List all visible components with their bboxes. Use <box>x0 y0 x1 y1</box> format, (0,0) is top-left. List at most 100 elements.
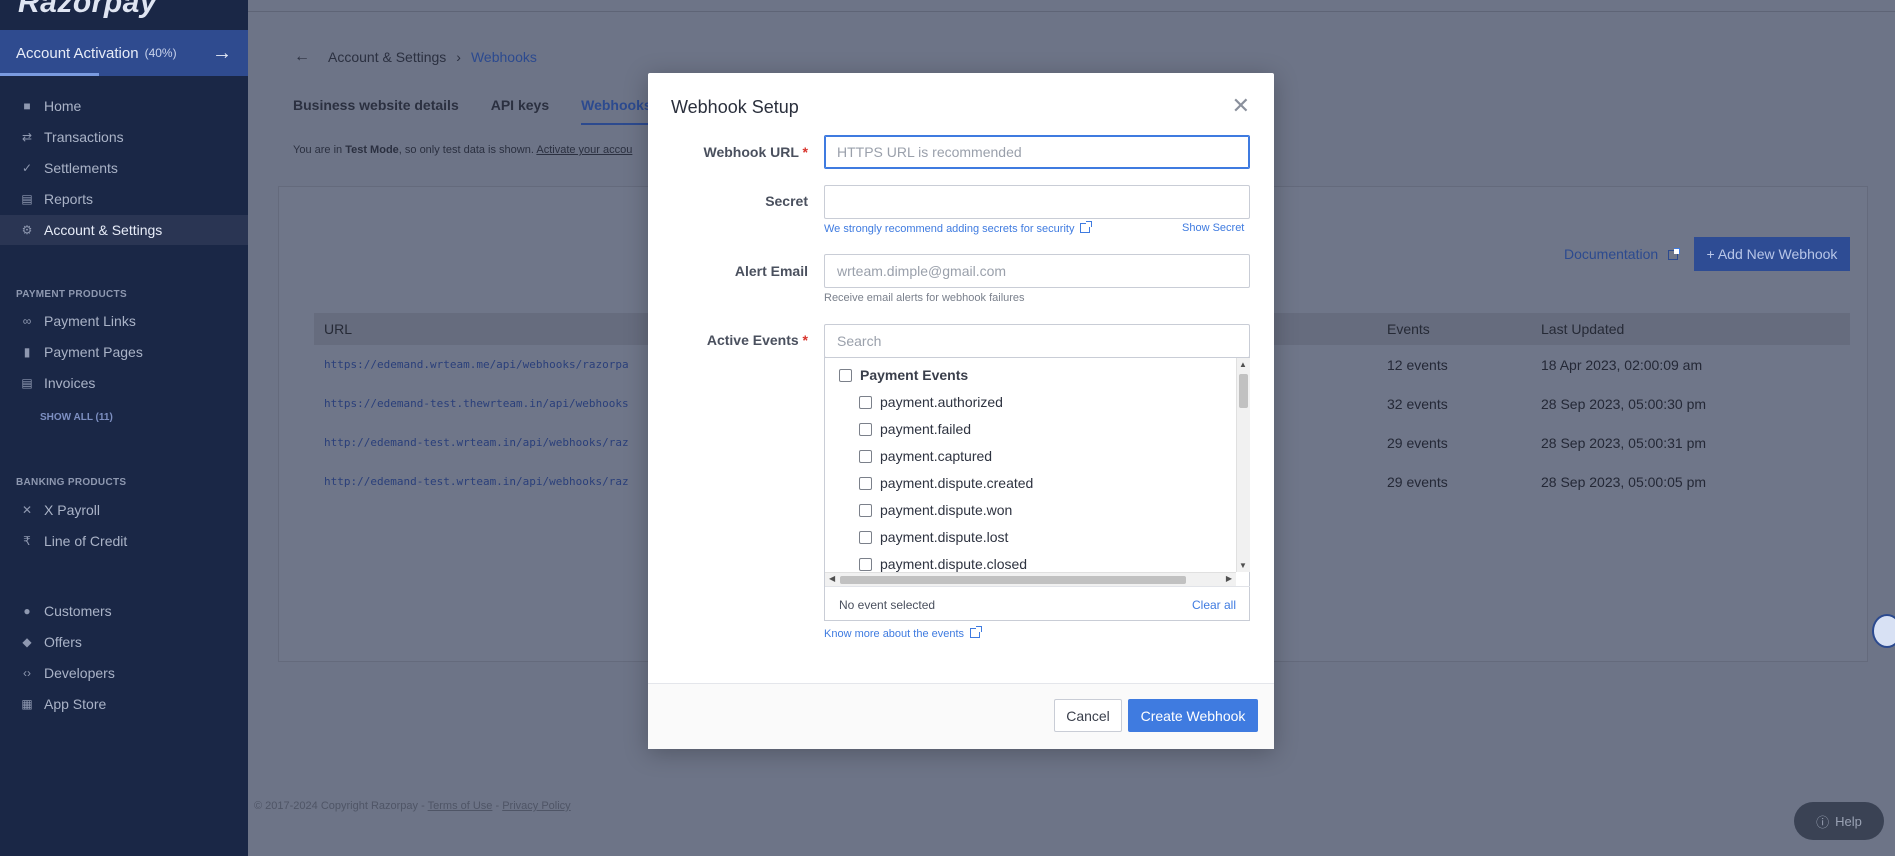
create-webhook-button[interactable]: Create Webhook <box>1128 699 1258 732</box>
external-link-icon <box>970 626 983 638</box>
documentation-link[interactable]: Documentation <box>1564 246 1681 262</box>
gear-icon: ⚙ <box>21 223 33 237</box>
scroll-down-icon[interactable]: ▼ <box>1239 561 1247 570</box>
sidebar-item-transactions[interactable]: ⇄ Transactions <box>0 122 248 152</box>
chat-assistant-icon[interactable] <box>1872 614 1895 648</box>
checkbox[interactable] <box>859 557 872 571</box>
payroll-icon: ✕ <box>21 503 33 517</box>
sidebar-item-label: Line of Credit <box>44 533 128 549</box>
settings-tabs: Business website details API keys Webhoo… <box>293 97 652 125</box>
sidebar-item-settlements[interactable]: ✓ Settlements <box>0 153 248 183</box>
alert-email-input[interactable]: wrteam.dimple@gmail.com <box>824 254 1250 288</box>
privacy-link[interactable]: Privacy Policy <box>502 800 570 812</box>
vertical-scrollbar[interactable]: ▲ ▼ <box>1236 358 1250 572</box>
terms-link[interactable]: Terms of Use <box>428 800 493 812</box>
sidebar-item-payment-pages[interactable]: ▮ Payment Pages <box>0 337 248 367</box>
alert-email-hint: Receive email alerts for webhook failure… <box>824 292 1025 304</box>
checkbox[interactable] <box>859 530 872 544</box>
event-group-label: Payment Events <box>860 367 969 383</box>
clear-all-link[interactable]: Clear all <box>1192 598 1236 612</box>
checkbox[interactable] <box>859 503 872 517</box>
tab-api-keys[interactable]: API keys <box>491 97 549 125</box>
sidebar-item-label: Account & Settings <box>44 222 163 238</box>
test-mode-label: Test Mode <box>345 144 399 156</box>
sidebar-item-customers[interactable]: ● Customers <box>0 596 248 626</box>
show-secret-link[interactable]: Show Secret <box>1182 222 1244 234</box>
webhook-setup-modal: Webhook Setup ✕ Webhook URL * HTTPS URL … <box>648 73 1274 749</box>
active-events-label: Active Events * <box>668 332 808 348</box>
external-link-icon <box>1080 221 1093 233</box>
events-list[interactable]: Payment Events payment.authorized paymen… <box>825 358 1236 572</box>
customers-icon: ● <box>23 604 31 618</box>
help-button[interactable]: ⓘ Help <box>1794 802 1884 840</box>
breadcrumb-parent[interactable]: Account & Settings <box>328 49 446 65</box>
webhook-url[interactable]: http://edemand-test.wrteam.in/api/webhoo… <box>324 475 629 488</box>
sidebar-item-payment-links[interactable]: ∞ Payment Links <box>0 306 248 336</box>
event-item[interactable]: payment.failed <box>859 421 971 437</box>
webhook-updated: 28 Sep 2023, 05:00:31 pm <box>1541 435 1707 451</box>
checkbox[interactable] <box>859 476 872 490</box>
sidebar-item-developers[interactable]: ‹› Developers <box>0 658 248 688</box>
event-item[interactable]: payment.dispute.won <box>859 502 1012 518</box>
show-all-link[interactable]: SHOW ALL (11) <box>40 412 113 423</box>
activation-progress-bar <box>0 73 99 76</box>
sidebar-item-invoices[interactable]: ▤ Invoices <box>0 368 248 398</box>
checkbox[interactable] <box>859 395 872 409</box>
add-new-webhook-button[interactable]: + Add New Webhook <box>1694 237 1850 271</box>
tab-webhooks[interactable]: Webhooks <box>581 97 652 125</box>
event-item[interactable]: payment.captured <box>859 448 992 464</box>
event-label: payment.dispute.lost <box>880 529 1009 545</box>
webhook-url[interactable]: https://edemand-test.thewrteam.in/api/we… <box>324 397 629 410</box>
events-search-input[interactable]: Search <box>824 324 1250 358</box>
razorpay-logo[interactable]: Razorpay <box>18 0 157 20</box>
link-icon: ∞ <box>22 314 32 328</box>
sidebar-item-home[interactable]: ■ Home <box>0 91 248 121</box>
sidebar-item-offers[interactable]: ◆ Offers <box>0 627 248 657</box>
scroll-left-icon[interactable]: ◀ <box>829 574 835 583</box>
banking-products-heading: BANKING PRODUCTS <box>16 477 127 488</box>
activate-account-link[interactable]: Activate your accou <box>536 144 632 156</box>
secret-hint-link[interactable]: We strongly recommend adding secrets for… <box>824 223 1074 235</box>
know-more-link[interactable]: Know more about the events <box>824 628 964 640</box>
checkbox[interactable] <box>859 422 872 436</box>
event-group-payment[interactable]: Payment Events <box>839 367 968 383</box>
page-icon: ▮ <box>23 345 31 359</box>
events-list-box: Payment Events payment.authorized paymen… <box>824 357 1250 621</box>
webhook-url[interactable]: http://edemand-test.wrteam.in/api/webhoo… <box>324 436 629 449</box>
sidebar-item-line-of-credit[interactable]: ₹ Line of Credit <box>0 526 248 556</box>
horizontal-scrollbar[interactable]: ◀ ▶ <box>825 572 1236 586</box>
sidebar-item-reports[interactable]: ▤ Reports <box>0 184 248 214</box>
required-asterisk: * <box>802 144 808 160</box>
sidebar-item-label: Payment Pages <box>44 344 143 360</box>
settlements-icon: ✓ <box>21 161 33 175</box>
sidebar-item-app-store[interactable]: ▦ App Store <box>0 689 248 719</box>
event-item[interactable]: payment.dispute.created <box>859 475 1033 491</box>
close-icon[interactable]: ✕ <box>1232 95 1250 117</box>
event-item[interactable]: payment.dispute.closed <box>859 556 1027 572</box>
secret-hint[interactable]: We strongly recommend adding secrets for… <box>824 221 1093 235</box>
checkbox[interactable] <box>839 368 852 382</box>
sidebar-item-account-settings[interactable]: ⚙ Account & Settings <box>0 215 248 245</box>
scroll-up-icon[interactable]: ▲ <box>1239 360 1247 369</box>
scrollbar-thumb[interactable] <box>1239 374 1248 408</box>
scroll-right-icon[interactable]: ▶ <box>1226 574 1232 583</box>
rupee-icon: ₹ <box>23 534 31 548</box>
account-activation-banner[interactable]: Account Activation (40%) → <box>0 30 248 76</box>
active-events-label-text: Active Events <box>706 332 799 348</box>
tab-business-website-details[interactable]: Business website details <box>293 97 459 125</box>
sidebar-item-label: Offers <box>44 634 82 650</box>
webhook-url[interactable]: https://edemand.wrteam.me/api/webhooks/r… <box>324 358 629 371</box>
back-arrow-icon[interactable]: ← <box>294 48 310 66</box>
sidebar-item-label: Invoices <box>44 375 96 391</box>
secret-input[interactable] <box>824 185 1250 219</box>
required-asterisk: * <box>802 332 808 348</box>
know-more-events[interactable]: Know more about the events <box>824 626 983 640</box>
webhook-events: 29 events <box>1387 435 1448 451</box>
event-item[interactable]: payment.authorized <box>859 394 1003 410</box>
event-item[interactable]: payment.dispute.lost <box>859 529 1008 545</box>
webhook-url-input[interactable]: HTTPS URL is recommended <box>824 135 1250 169</box>
cancel-button[interactable]: Cancel <box>1054 699 1122 732</box>
scrollbar-thumb[interactable] <box>840 576 1186 584</box>
sidebar-item-x-payroll[interactable]: ✕ X Payroll <box>0 495 248 525</box>
checkbox[interactable] <box>859 449 872 463</box>
